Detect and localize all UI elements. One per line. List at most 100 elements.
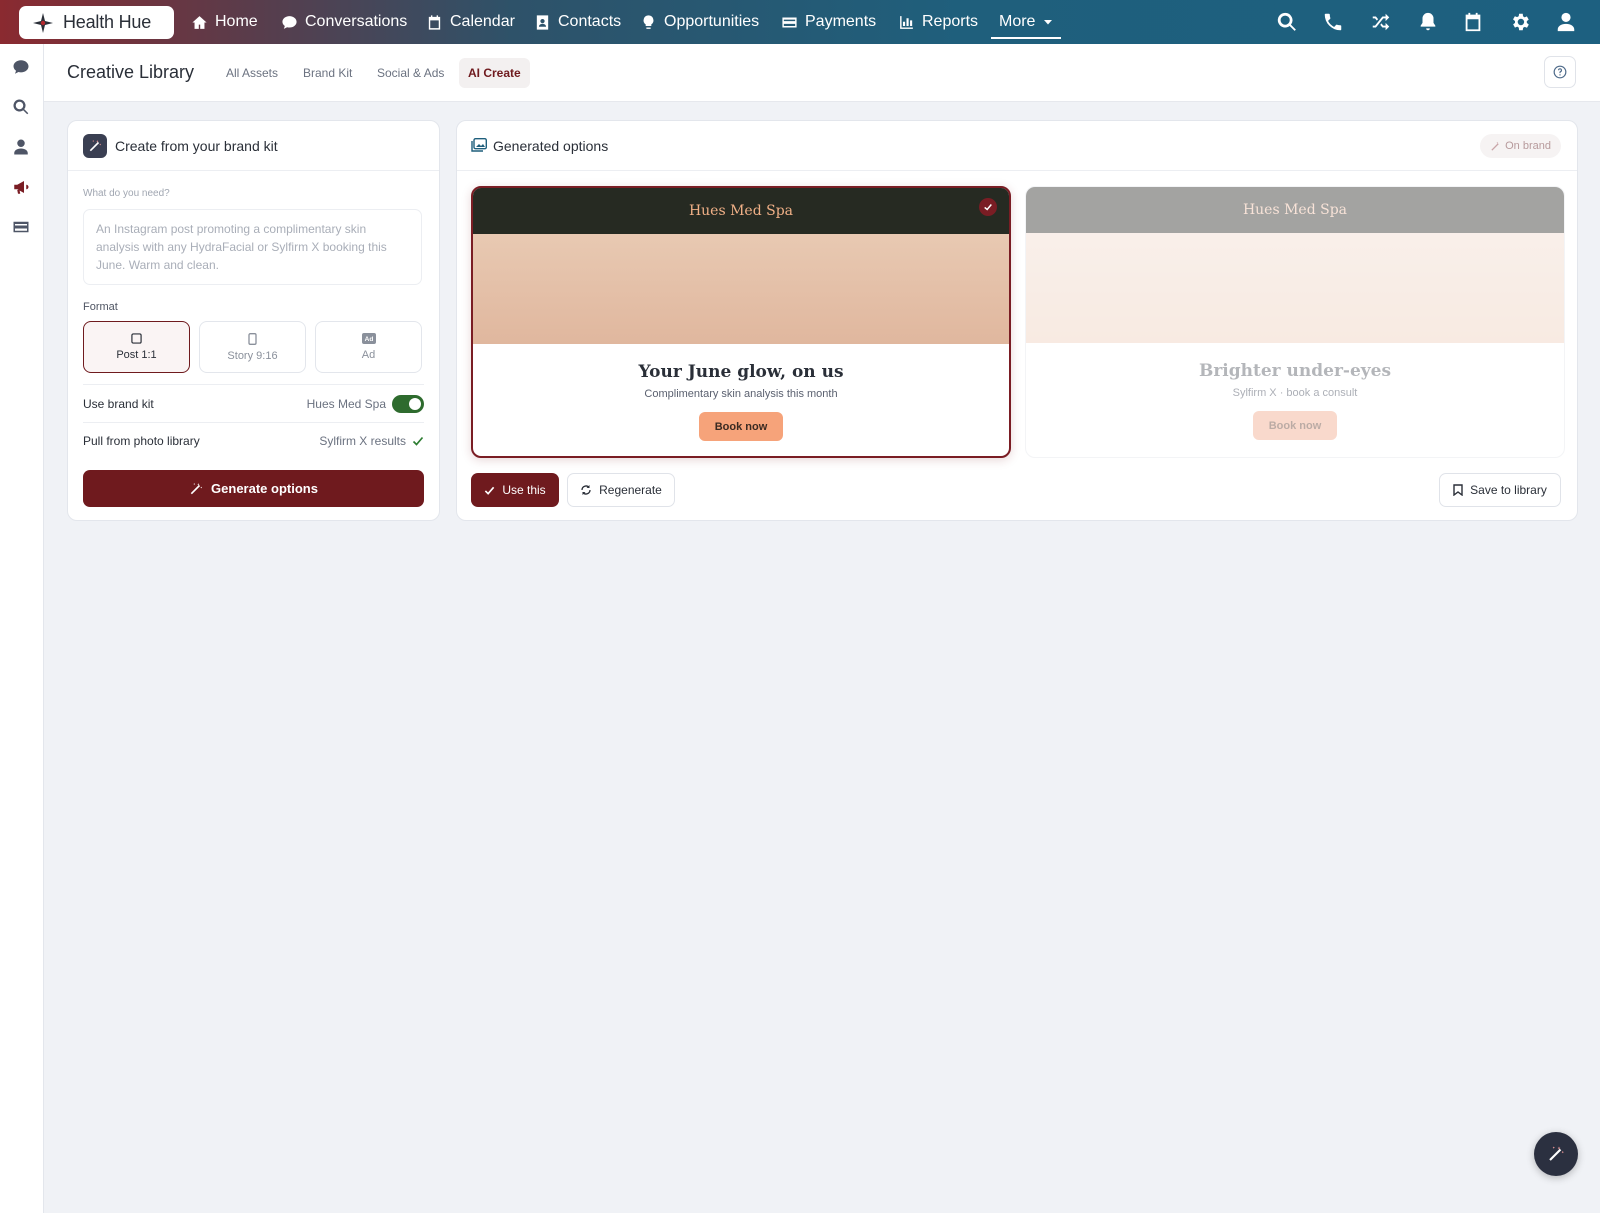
sidebar-contacts[interactable] [12, 138, 32, 158]
magic-wand-icon [1549, 1146, 1564, 1161]
option-card-2[interactable]: Hues Med Spa Brighter under-eyes Sylfirm… [1025, 186, 1565, 458]
magic-wand-icon [1491, 141, 1499, 151]
logo[interactable]: Health Hue [19, 6, 174, 39]
bookmark-icon [1453, 484, 1463, 496]
tab-brand-kit[interactable]: Brand Kit [294, 58, 361, 88]
calendar-button[interactable] [1462, 11, 1484, 33]
format-label-text: Story 9:16 [227, 349, 278, 362]
format-ad[interactable]: Ad Ad [315, 321, 422, 373]
credit-card-icon [782, 17, 797, 27]
svg-text:Ad: Ad [364, 336, 373, 343]
option-cta-button: Book now [1253, 411, 1337, 440]
magic-wand-icon [190, 482, 203, 494]
nav-label: Reports [922, 13, 979, 30]
tab-ai-create[interactable]: AI Create [459, 58, 530, 88]
search-icon [1277, 12, 1296, 31]
photo-library-value: Sylfirm X results [319, 434, 406, 448]
sub-header: Creative Library All Assets Brand Kit So… [44, 44, 1600, 102]
sidebar-marketing[interactable] [12, 178, 32, 198]
sidebar-search[interactable] [12, 98, 32, 118]
settings-button[interactable] [1509, 11, 1531, 33]
magic-wand-icon [83, 134, 107, 158]
lightbulb-icon [643, 14, 654, 29]
option-image [1026, 233, 1564, 343]
nav-conversations[interactable]: Conversations [281, 0, 407, 44]
logo-mark-icon [33, 12, 53, 33]
generated-options-title: Generated options [493, 138, 609, 154]
nav-opportunities[interactable]: Opportunities [640, 0, 759, 44]
ad-icon: Ad [361, 333, 376, 344]
phone-icon [1324, 13, 1342, 31]
credit-card-icon [13, 221, 29, 233]
create-panel-header: Create from your brand kit [68, 121, 439, 171]
megaphone-icon [14, 181, 29, 194]
generated-options-panel: Generated options On brand Hues Med Spa … [456, 120, 1578, 521]
check-icon [485, 486, 495, 495]
divider [83, 384, 424, 385]
ai-assistant-fab[interactable] [1534, 1132, 1578, 1176]
gear-icon [1513, 13, 1529, 31]
refresh-icon [581, 485, 591, 495]
tab-social-ads[interactable]: Social & Ads [368, 58, 453, 88]
option-card-1[interactable]: Hues Med Spa Your June glow, on us Compl… [471, 186, 1011, 458]
format-label-text: Ad [361, 349, 376, 361]
create-panel: Create from your brand kit What do you n… [67, 120, 440, 521]
option-subtext: Complimentary skin analysis this month [644, 388, 838, 400]
use-this-label: Use this [502, 483, 546, 497]
logo-text: Health Hue [63, 12, 152, 32]
nav-home[interactable]: Home [191, 0, 258, 44]
nav-label: Contacts [558, 13, 622, 30]
phone-button[interactable] [1322, 11, 1344, 33]
tab-all-assets[interactable]: All Assets [217, 58, 287, 88]
profile-button[interactable] [1555, 11, 1577, 33]
photo-library-row[interactable]: Pull from photo library Sylfirm X result… [83, 423, 424, 459]
caret-down-icon [1044, 20, 1053, 25]
phone-outline-icon [248, 332, 257, 345]
option-headline: Your June glow, on us [638, 362, 844, 382]
format-story-9-16[interactable]: Story 9:16 [199, 321, 306, 373]
home-icon [192, 15, 207, 29]
shuffle-icon [1372, 13, 1390, 31]
format-label: Format [83, 301, 118, 313]
search-button[interactable] [1276, 11, 1298, 33]
prompt-textarea[interactable]: An Instagram post promoting a compliment… [83, 209, 422, 285]
generate-options-label: Generate options [211, 481, 318, 496]
generated-options-header: Generated options On brand [457, 121, 1577, 171]
page-title: Creative Library [67, 62, 195, 82]
help-button[interactable] [1544, 56, 1576, 88]
format-post-1-1[interactable]: Post 1:1 [83, 321, 190, 373]
save-to-library-button[interactable]: Save to library [1439, 473, 1561, 507]
chat-icon [282, 15, 297, 29]
save-to-library-label: Save to library [1470, 483, 1547, 497]
nav-calendar[interactable]: Calendar [426, 0, 515, 44]
nav-reports[interactable]: Reports [898, 0, 978, 44]
use-this-button[interactable]: Use this [471, 473, 559, 507]
nav-label: Home [215, 13, 258, 30]
generate-options-button[interactable]: Generate options [83, 470, 424, 507]
images-icon [471, 138, 487, 152]
nav-contacts[interactable]: Contacts [534, 0, 621, 44]
bar-chart-icon [900, 15, 913, 29]
on-brand-label: On brand [1505, 140, 1551, 152]
nav-payments[interactable]: Payments [781, 0, 876, 44]
brand-kit-toggle[interactable] [392, 395, 424, 413]
brand-kit-value: Hues Med Spa [306, 397, 386, 411]
option-headline: Brighter under-eyes [1198, 361, 1392, 381]
shuffle-button[interactable] [1370, 11, 1392, 33]
question-circle-icon [1553, 65, 1567, 79]
bell-icon [1420, 12, 1436, 31]
brand-kit-row: Use brand kit Hues Med Spa [83, 386, 424, 422]
prompt-label: What do you need? [83, 188, 170, 199]
option-image [473, 234, 1009, 344]
format-label-text: Post 1:1 [116, 349, 157, 361]
on-brand-badge: On brand [1480, 134, 1561, 158]
sidebar-conversations[interactable] [12, 58, 32, 78]
create-panel-title: Create from your brand kit [115, 138, 278, 154]
notifications-button[interactable] [1417, 11, 1439, 33]
nav-label: Opportunities [664, 13, 760, 30]
sidebar-payments[interactable] [12, 218, 32, 238]
user-icon [1557, 12, 1575, 32]
user-icon [14, 139, 28, 155]
regenerate-button[interactable]: Regenerate [567, 473, 675, 507]
option-brand-bar: Hues Med Spa [1026, 187, 1564, 233]
